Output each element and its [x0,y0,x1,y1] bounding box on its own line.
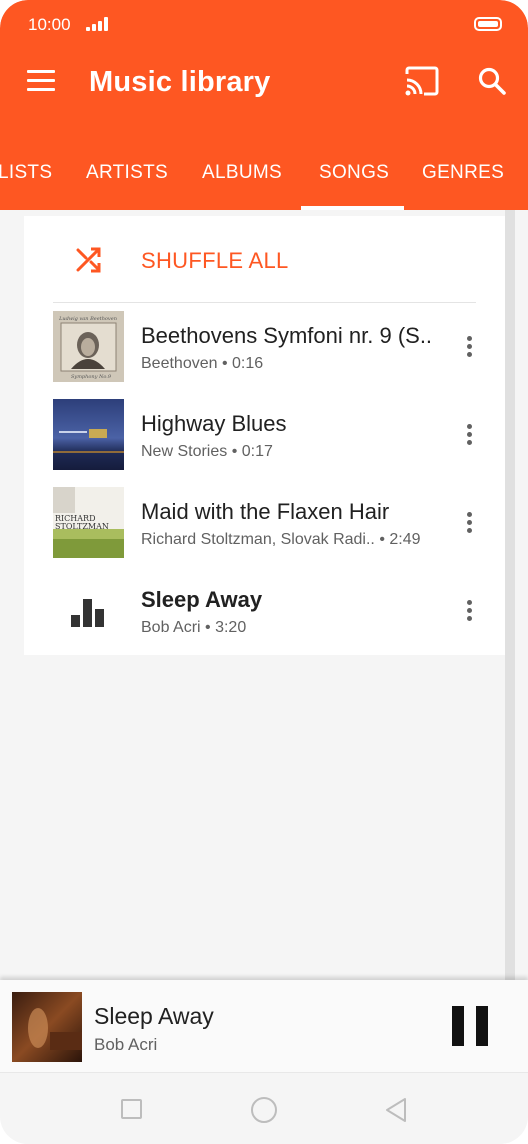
now-playing-bar[interactable]: Sleep Away Bob Acri [0,980,528,1072]
song-title: Sleep Away [141,587,263,612]
song-row-sleep-away[interactable]: Sleep Away Bob Acri • 3:20 [24,567,505,655]
status-bar: 10:00 [0,0,528,46]
song-row-beethoven[interactable]: Ludwig van Beethoven Symphony No.9 Beeth… [24,303,505,391]
album-art-maid-flaxen-hair: RICHARD STOLTZMAN [53,487,124,558]
cast-icon[interactable] [404,66,440,96]
tab-playlists[interactable]: LISTS [0,162,52,184]
song-subtitle: Bob Acri • 3:20 [141,619,247,636]
song-title: Highway Blues [141,411,287,436]
battery-icon [474,17,502,31]
album-art-beethoven: Ludwig van Beethoven Symphony No.9 [53,311,124,382]
tab-bar: LISTS ARTISTS ALBUMS SONGS GENRES [0,156,528,210]
pause-icon[interactable] [450,1006,488,1046]
tab-albums[interactable]: ALBUMS [202,162,282,184]
more-vert-icon[interactable] [464,512,474,534]
phone-screen: 10:00 Music library LISTS ARTISTS ALBUMS [0,0,528,1144]
nav-back-icon[interactable] [384,1097,408,1123]
tab-artists[interactable]: ARTISTS [86,162,168,184]
system-nav-bar [0,1072,528,1144]
nav-home-icon[interactable] [251,1097,277,1123]
song-title: Maid with the Flaxen Hair [141,499,390,524]
song-row-maid-flaxen-hair[interactable]: RICHARD STOLTZMAN Maid with the Flaxen H… [24,479,505,567]
page-title: Music library [89,66,271,98]
album-art-highway-blues [53,399,124,470]
more-vert-icon[interactable] [464,424,474,446]
song-subtitle: Richard Stoltzman, Slovak Radi.. • 2:49 [141,531,421,548]
song-row-highway-blues[interactable]: Highway Blues New Stories • 0:17 [24,391,505,479]
album-art-sleep-away [12,992,82,1062]
scrollbar[interactable] [505,210,515,980]
status-time: 10:00 [28,15,71,34]
now-playing-title: Sleep Away [94,1003,214,1029]
song-list: SHUFFLE ALL Ludwig van Beethoven Symphon… [24,216,505,655]
more-vert-icon[interactable] [464,600,474,622]
song-subtitle: New Stories • 0:17 [141,443,273,460]
menu-icon[interactable] [27,70,55,92]
svg-text:Ludwig van Beethoven: Ludwig van Beethoven [58,316,117,322]
app-bar: Music library LISTS ARTISTS ALBUMS SONGS… [0,46,528,210]
search-icon[interactable] [476,65,508,97]
shuffle-all-button[interactable]: SHUFFLE ALL [24,216,505,302]
now-playing-artist: Bob Acri [94,1035,158,1054]
shuffle-icon [76,247,101,273]
shuffle-all-label: SHUFFLE ALL [141,248,289,273]
svg-text:Symphony No.9: Symphony No.9 [71,374,112,380]
equalizer-icon [71,597,105,627]
tab-indicator [301,206,404,210]
tab-genres[interactable]: GENRES [422,162,504,184]
nav-recents-icon[interactable] [121,1099,142,1119]
song-title: Beethovens Symfoni nr. 9 (S.. [141,323,433,348]
tab-songs[interactable]: SONGS [319,162,389,184]
svg-text:STOLTZMAN: STOLTZMAN [55,522,109,531]
more-vert-icon[interactable] [464,336,474,358]
signal-icon [86,17,108,31]
song-subtitle: Beethoven • 0:16 [141,355,264,372]
